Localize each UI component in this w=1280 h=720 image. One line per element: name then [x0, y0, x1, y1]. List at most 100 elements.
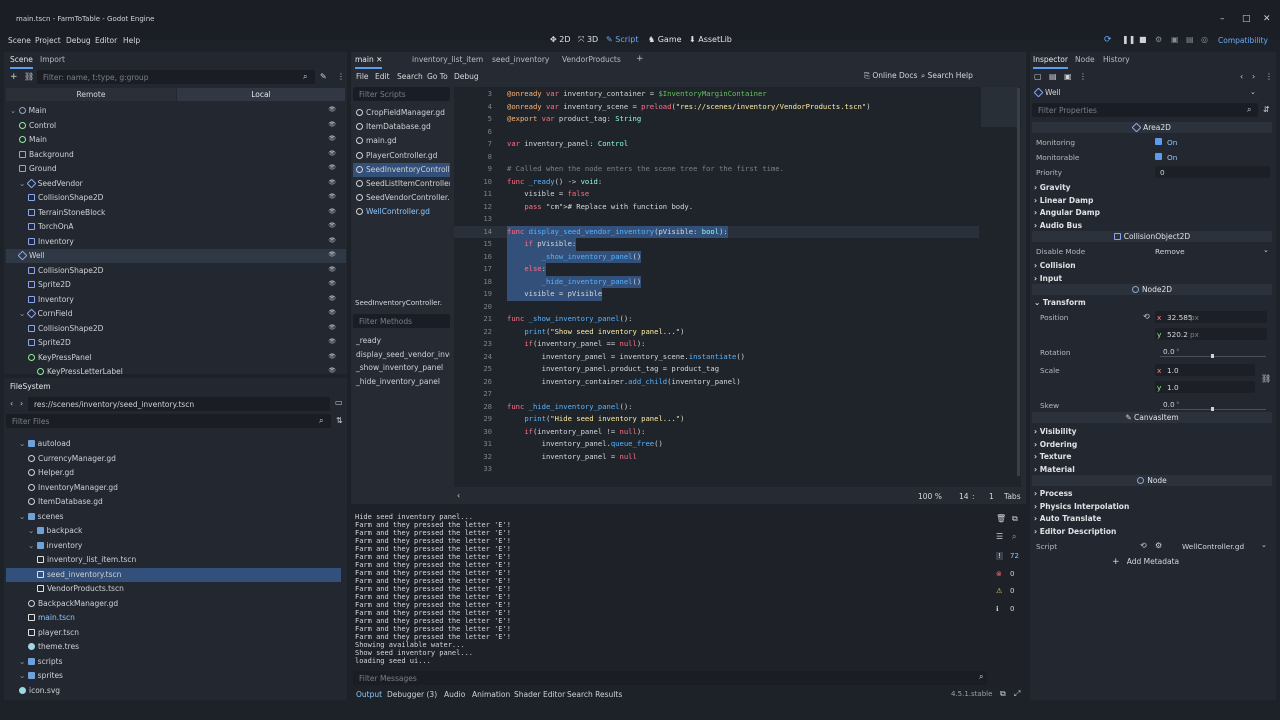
skew-slider-handle[interactable]: [1211, 407, 1214, 411]
history-back-icon[interactable]: ‹: [1240, 72, 1243, 81]
file-item[interactable]: ⌄ sprites: [6, 669, 341, 683]
group-input[interactable]: › Input: [1034, 274, 1062, 283]
copy-output-icon[interactable]: ⧉: [1012, 514, 1018, 524]
group-visibility[interactable]: › Visibility: [1034, 427, 1077, 436]
renderer-select[interactable]: Compatibility: [1218, 36, 1268, 45]
scene-menu-icon[interactable]: ⋮: [337, 72, 345, 81]
menu-project[interactable]: Project: [35, 36, 61, 45]
script-list-item[interactable]: PlayerController.gd: [353, 149, 450, 163]
scene-node[interactable]: Ground 👁: [6, 162, 346, 176]
menu-help[interactable]: Help: [123, 36, 140, 45]
eye-icon[interactable]: 👁: [328, 251, 336, 258]
stop-icon[interactable]: ■: [1139, 35, 1147, 44]
remote-debug-icon[interactable]: ⚙: [1155, 35, 1162, 44]
eye-icon[interactable]: 👁: [328, 367, 336, 374]
script-menu-edit[interactable]: Edit: [375, 72, 390, 81]
scene-node[interactable]: Inventory 👁: [6, 235, 346, 249]
eye-icon[interactable]: 👁: [328, 179, 336, 186]
tab-import[interactable]: Import: [40, 55, 65, 69]
scene-node[interactable]: Well 👁: [6, 249, 346, 263]
file-item[interactable]: player.tscn: [6, 626, 341, 640]
bottom-tab-search-results[interactable]: Search Results: [567, 690, 622, 699]
group-audio-bus[interactable]: › Audio Bus: [1034, 221, 1082, 230]
mode-2d[interactable]: ✥ 2D: [550, 35, 571, 44]
scene-node[interactable]: CollisionShape2D 👁: [6, 191, 346, 205]
code-line[interactable]: var inventory_panel: Control: [507, 138, 628, 151]
code-line[interactable]: func display_seed_vendor_inventory(pVisi…: [507, 225, 728, 238]
script-menu-file[interactable]: File: [356, 72, 369, 81]
load-resource-icon[interactable]: ▤: [1049, 72, 1057, 81]
info-icon[interactable]: ℹ: [996, 605, 999, 613]
menu-scene[interactable]: Scene: [8, 36, 31, 45]
message-icon[interactable]: !: [996, 552, 1003, 560]
group-physics-interpolation[interactable]: › Physics Interpolation: [1034, 502, 1129, 511]
script-tab-main[interactable]: main ✕: [355, 55, 383, 69]
close-icon[interactable]: ✕: [374, 55, 382, 64]
scene-node[interactable]: CollisionShape2D 👁: [6, 322, 346, 336]
chevron-down-icon[interactable]: ⌄: [19, 657, 28, 666]
file-item[interactable]: VendorProducts.tscn: [6, 582, 341, 596]
scene-node[interactable]: ⌄ Main 👁: [6, 104, 346, 118]
filter-messages-input[interactable]: Filter Messages: [353, 671, 987, 685]
file-item[interactable]: theme.tres: [6, 640, 341, 654]
script-list-item[interactable]: SeedListItemController...: [353, 177, 450, 191]
group-process[interactable]: › Process: [1034, 489, 1073, 498]
expand-panel-icon[interactable]: ⤢: [1014, 689, 1020, 699]
scene-node[interactable]: ⌄ CornField 👁: [6, 307, 346, 321]
mode-script[interactable]: ✎ Script: [606, 35, 638, 44]
disable-mode-select[interactable]: Remove: [1155, 247, 1185, 256]
rotation-value[interactable]: 0.0: [1163, 347, 1175, 356]
collapse-icon[interactable]: ‹: [457, 491, 460, 500]
monitoring-checkbox[interactable]: [1155, 138, 1162, 145]
code-line[interactable]: print("Show seed inventory panel..."): [507, 326, 684, 339]
chevron-down-icon[interactable]: ⌄: [28, 541, 37, 550]
file-item[interactable]: main.tscn: [6, 611, 341, 625]
code-line[interactable]: if pVisible:: [507, 238, 577, 251]
minimap[interactable]: [981, 87, 1019, 127]
transform-group[interactable]: ⌄ Transform: [1034, 298, 1086, 307]
code-line[interactable]: [507, 213, 511, 226]
script-tab-vendorproducts[interactable]: VendorProducts: [562, 55, 621, 69]
code-line[interactable]: @onready var inventory_container = $Inve…: [507, 88, 767, 101]
pause-icon[interactable]: ❚❚: [1122, 35, 1135, 44]
code-line[interactable]: [507, 388, 511, 401]
eye-icon[interactable]: 👁: [328, 309, 336, 316]
group-angular-damp[interactable]: › Angular Damp: [1034, 208, 1100, 217]
code-line[interactable]: inventory_panel.product_tag = product_ta…: [507, 363, 719, 376]
forward-icon[interactable]: ›: [20, 399, 23, 408]
eye-icon[interactable]: 👁: [328, 280, 336, 287]
scene-node[interactable]: Sprite2D 👁: [6, 278, 346, 292]
file-item[interactable]: seed_inventory.tscn: [6, 567, 341, 582]
filter-output-icon[interactable]: ☰: [996, 532, 1003, 541]
method-item[interactable]: _show_inventory_panel: [354, 361, 450, 375]
code-line[interactable]: visible = false: [507, 188, 589, 201]
file-item[interactable]: ⌄ backpack: [6, 524, 341, 538]
script-menu-search[interactable]: Search: [397, 72, 423, 81]
revert-icon[interactable]: ⟲: [1140, 541, 1147, 550]
group-texture[interactable]: › Texture: [1034, 452, 1071, 461]
script-list-item[interactable]: ItemDatabase.gd: [353, 120, 450, 134]
back-icon[interactable]: ‹: [10, 399, 13, 408]
script-list-item[interactable]: CropFieldManager.gd: [353, 106, 450, 120]
inspector-settings-icon[interactable]: ⇵: [1263, 105, 1270, 114]
bottom-tab-animation[interactable]: Animation: [472, 690, 510, 699]
code-line[interactable]: else:: [507, 263, 546, 276]
clear-output-icon[interactable]: 🗑: [996, 514, 1006, 523]
bottom-tab-audio[interactable]: Audio: [444, 690, 465, 699]
script-menu-go-to[interactable]: Go To: [427, 72, 448, 81]
eye-icon[interactable]: 👁: [328, 237, 336, 244]
file-item[interactable]: InventoryManager.gd: [6, 481, 341, 495]
eye-icon[interactable]: 👁: [328, 208, 336, 215]
file-item[interactable]: CurrencyManager.gd: [6, 452, 341, 466]
group-auto-translate[interactable]: › Auto Translate: [1034, 514, 1101, 523]
eye-icon[interactable]: 👁: [328, 222, 336, 229]
search-output-icon[interactable]: ⌕: [1012, 532, 1016, 542]
tab-scene[interactable]: Scene: [10, 55, 33, 69]
add-tab-icon[interactable]: +: [636, 54, 644, 68]
run-custom-icon[interactable]: ▤: [1186, 35, 1194, 44]
error-icon[interactable]: ⊗: [996, 570, 1002, 578]
history-forward-icon[interactable]: ›: [1252, 72, 1255, 81]
chevron-down-icon[interactable]: ⌄: [19, 439, 28, 448]
minimize-icon[interactable]: –: [1220, 14, 1225, 24]
group-collision[interactable]: › Collision: [1034, 261, 1076, 270]
